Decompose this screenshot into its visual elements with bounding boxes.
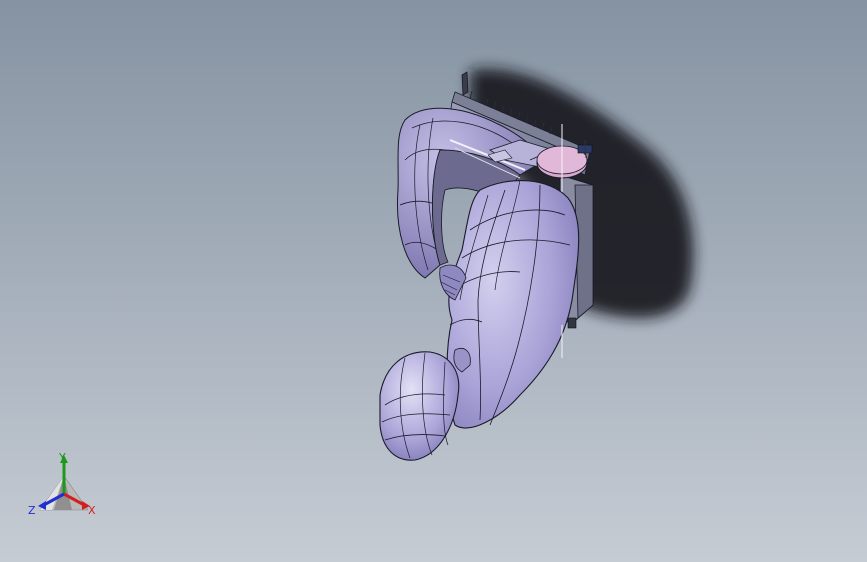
y-axis-label: Y: [59, 451, 66, 464]
3d-part-model[interactable]: [0, 0, 867, 562]
z-axis-label: Z: [28, 504, 36, 517]
graphics-viewport[interactable]: Y X Z: [0, 0, 867, 562]
front-knob: [379, 351, 460, 461]
x-axis-label: X: [88, 504, 96, 517]
coordinate-triad-icon[interactable]: Y X Z: [22, 446, 106, 524]
seat-cushion: [446, 180, 580, 429]
